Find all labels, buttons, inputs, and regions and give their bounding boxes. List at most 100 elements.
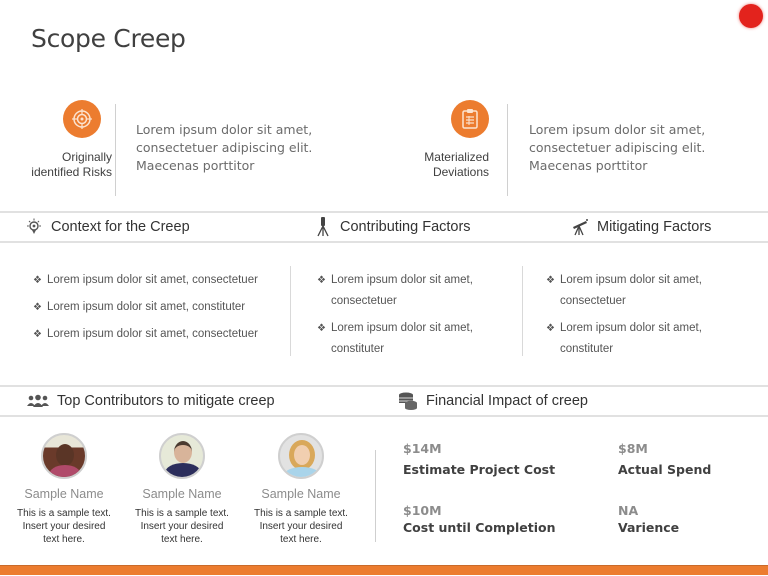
list-item: ❖ Lorem ipsum dolor sit amet, constituter	[317, 318, 473, 360]
bullet-text: Lorem ipsum dolor sit amet,	[560, 322, 702, 334]
coins-icon	[398, 392, 418, 410]
financial-value: $10M	[403, 503, 442, 518]
bullet-icon: ❖	[546, 275, 555, 286]
contributor-card: Sample Name This is a sample text. Inser…	[122, 433, 242, 546]
key-label-line: identified Risks	[31, 165, 112, 179]
bullet-icon: ❖	[33, 329, 42, 340]
section-header-contributing: Contributing Factors	[314, 213, 471, 241]
description-line: This is a sample text.	[135, 508, 229, 519]
financial-label: Actual Spend	[618, 462, 712, 477]
key-text-deviations: Lorem ipsum dolor sit amet, consectetuer…	[529, 121, 705, 175]
contributor-card: Sample Name This is a sample text. Inser…	[241, 433, 361, 546]
contributor-name: Sample Name	[142, 487, 222, 501]
record-indicator-icon	[739, 4, 763, 28]
key-label-risks: Originally identified Risks	[31, 150, 112, 180]
bullet-text: Lorem ipsum dolor sit amet,	[331, 322, 473, 334]
mitigating-bullets: ❖ Lorem ipsum dolor sit amet, consectetuer…	[546, 270, 702, 360]
section-header-bar: Context for the Creep Contributing Facto…	[0, 211, 768, 243]
list-item: ❖ Lorem ipsum dolor sit amet, constituter	[546, 318, 702, 360]
page-title: Scope Creep	[31, 24, 186, 53]
key-label-line: Deviations	[432, 165, 489, 179]
key-text-line: Maecenas porttitor	[529, 158, 648, 173]
financial-value: $14M	[403, 441, 442, 456]
people-icon	[27, 392, 49, 410]
description-line: text here.	[43, 534, 85, 545]
financial-label: Estimate Project Cost	[403, 462, 556, 477]
bullet-icon: ❖	[317, 275, 326, 286]
list-item: ❖ Lorem ipsum dolor sit amet, constituter	[33, 297, 258, 318]
avatar	[159, 433, 205, 479]
section-title: Context for the Creep	[51, 219, 190, 235]
key-label-deviations: Materialized Deviations	[424, 150, 489, 180]
contributor-description: This is a sample text. Insert your desir…	[241, 507, 361, 546]
bullet-text: consectetuer	[560, 295, 626, 307]
telescope-icon	[571, 218, 589, 236]
section-header-bar: Top Contributors to mitigate creep Finan…	[0, 385, 768, 417]
contributing-bullets: ❖ Lorem ipsum dolor sit amet, consectetuer…	[317, 270, 473, 360]
key-text-line: Lorem ipsum dolor sit amet,	[529, 122, 706, 137]
description-line: Insert your desired	[140, 521, 224, 532]
financial-item: $8M Actual Spend	[618, 441, 711, 477]
target-icon	[63, 100, 101, 138]
key-text-line: Lorem ipsum dolor sit amet,	[136, 122, 313, 137]
bullet-icon: ❖	[546, 323, 555, 334]
key-text-risks: Lorem ipsum dolor sit amet, consectetuer…	[136, 121, 312, 175]
bullet-text: Lorem ipsum dolor sit amet,	[560, 274, 702, 286]
key-label-line: Materialized	[424, 150, 489, 164]
contributor-name: Sample Name	[24, 487, 104, 501]
financial-item: $14M Estimate Project Cost	[403, 441, 555, 477]
key-text-line: consectetuer adipiscing elit.	[136, 140, 313, 155]
section-title: Top Contributors to mitigate creep	[57, 393, 275, 409]
contributor-card: Sample Name This is a sample text. Inser…	[4, 433, 124, 546]
bullet-icon: ❖	[33, 302, 42, 313]
bullet-text: Lorem ipsum dolor sit amet, consectetuer	[47, 274, 258, 286]
financial-value: NA	[618, 503, 639, 518]
description-line: text here.	[161, 534, 203, 545]
description-line: text here.	[280, 534, 322, 545]
bullet-icon: ❖	[33, 275, 42, 286]
list-item: ❖ Lorem ipsum dolor sit amet, consectetuer	[317, 270, 473, 312]
section-header-mitigating: Mitigating Factors	[571, 213, 711, 241]
description-line: Insert your desired	[22, 521, 106, 532]
contributor-description: This is a sample text. Insert your desir…	[122, 507, 242, 546]
list-item: ❖ Lorem ipsum dolor sit amet, consectetue…	[33, 270, 258, 291]
avatar	[278, 433, 324, 479]
bullet-text: Lorem ipsum dolor sit amet,	[331, 274, 473, 286]
divider	[522, 266, 523, 356]
key-label-line: Originally	[61, 150, 112, 164]
lightbulb-icon	[25, 218, 43, 236]
key-text-line: Maecenas porttitor	[136, 158, 255, 173]
list-item: ❖ Lorem ipsum dolor sit amet, consectetuer	[546, 270, 702, 312]
contributor-name: Sample Name	[261, 487, 341, 501]
section-title: Contributing Factors	[340, 219, 471, 235]
key-text-line: consectetuer adipiscing elit.	[529, 140, 706, 155]
avatar	[41, 433, 87, 479]
context-bullets: ❖ Lorem ipsum dolor sit amet, consectetue…	[33, 270, 258, 345]
divider	[507, 104, 508, 196]
divider	[115, 104, 116, 196]
section-header-financial: Financial Impact of creep	[398, 387, 588, 415]
bullet-text: constituter	[331, 343, 385, 355]
bullet-icon: ❖	[317, 323, 326, 334]
list-item: ❖ Lorem ipsum dolor sit amet, consectetue…	[33, 324, 258, 345]
bullet-text: consectetuer	[331, 295, 397, 307]
section-header-contributors: Top Contributors to mitigate creep	[27, 387, 275, 415]
financial-value: $8M	[618, 441, 648, 456]
tripod-icon	[314, 217, 332, 237]
section-title: Financial Impact of creep	[426, 393, 588, 409]
section-header-context: Context for the Creep	[25, 213, 190, 241]
financial-label: Varience	[618, 520, 680, 535]
bullet-text: constituter	[560, 343, 614, 355]
bullet-text: Lorem ipsum dolor sit amet, constituter	[47, 301, 246, 313]
divider	[290, 266, 291, 356]
financial-item: NA Varience	[618, 503, 679, 535]
description-line: Insert your desired	[259, 521, 343, 532]
footer-accent-bar	[0, 565, 768, 575]
financial-label: Cost until Completion	[403, 520, 556, 535]
bullet-text: Lorem ipsum dolor sit amet, consectetuer	[47, 328, 258, 340]
contributor-description: This is a sample text. Insert your desir…	[4, 507, 124, 546]
financial-item: $10M Cost until Completion	[403, 503, 555, 535]
clipboard-icon	[451, 100, 489, 138]
section-title: Mitigating Factors	[597, 219, 712, 235]
description-line: This is a sample text.	[254, 508, 348, 519]
